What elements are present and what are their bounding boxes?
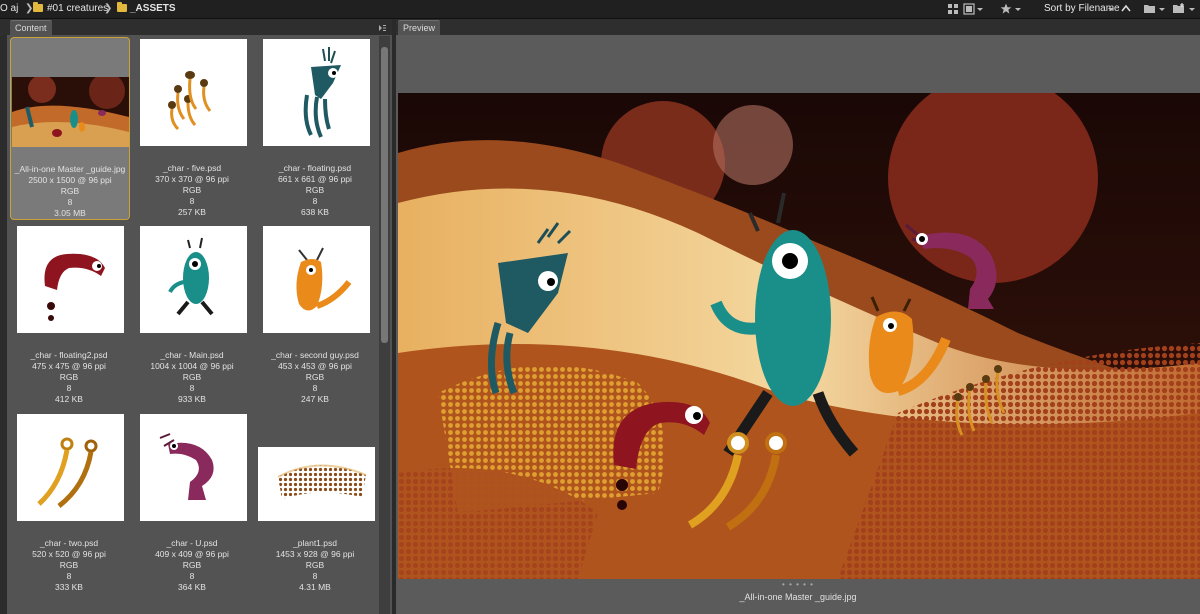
panel-left-edge xyxy=(0,35,7,614)
scrollbar-thumb[interactable] xyxy=(381,47,388,343)
file-name: _char - five.psd xyxy=(162,163,222,173)
file-size: 333 KB xyxy=(55,582,83,592)
color-mode: RGB xyxy=(305,372,325,382)
thumbnail-meta: _char - Main.psd 1004 x 1004 @ 96 ppi RG… xyxy=(133,350,251,405)
new-folder-icon[interactable] xyxy=(1172,2,1186,16)
chevron-right-icon: ❯ xyxy=(104,3,113,14)
thumbnail-item[interactable]: _All-in-one Master _guide.jpg 2500 x 150… xyxy=(10,37,130,220)
file-size: 364 KB xyxy=(178,582,206,592)
file-dimensions: 453 x 453 @ 96 ppi xyxy=(278,361,352,371)
list-view-icon[interactable] xyxy=(963,2,975,16)
file-dimensions: 1004 x 1004 @ 96 ppi xyxy=(150,361,234,371)
thumbnail-item[interactable]: _char - second guy.psd 453 x 453 @ 96 pp… xyxy=(256,224,374,408)
file-dimensions: 409 x 409 @ 96 ppi xyxy=(155,549,229,559)
bit-depth: 8 xyxy=(189,383,195,393)
bit-depth: 8 xyxy=(189,196,195,206)
sort-arrow-icon[interactable] xyxy=(1120,2,1132,16)
thumbnail-meta: _char - floating.psd 661 x 661 @ 96 ppi … xyxy=(256,163,374,218)
file-dimensions: 520 x 520 @ 96 ppi xyxy=(32,549,106,559)
thumbnail-meta: _char - U.psd 409 x 409 @ 96 ppi RGB 8 3… xyxy=(133,538,251,593)
file-name: _char - second guy.psd xyxy=(271,350,359,360)
bit-depth: 8 xyxy=(67,197,73,207)
bit-depth: 8 xyxy=(312,196,318,206)
preview-pagination-dots: • • • • • xyxy=(782,580,814,589)
thumbnail-meta: _All-in-one Master _guide.jpg 2500 x 150… xyxy=(11,164,129,219)
bit-depth: 8 xyxy=(312,383,318,393)
thumbnail-item[interactable]: _char - five.psd 370 x 370 @ 96 ppi RGB … xyxy=(133,37,251,221)
color-mode: RGB xyxy=(305,560,325,570)
file-size: 3.05 MB xyxy=(54,208,86,218)
file-dimensions: 370 x 370 @ 96 ppi xyxy=(155,174,229,184)
chevron-down-icon[interactable] xyxy=(1188,2,1196,16)
grid-view-icon[interactable] xyxy=(947,2,959,16)
file-size: 247 KB xyxy=(301,394,329,404)
file-dimensions: 2500 x 1500 @ 96 ppi xyxy=(28,175,112,185)
bit-depth: 8 xyxy=(66,383,72,393)
panel-tab-strip xyxy=(0,19,1200,35)
color-mode: RGB xyxy=(59,372,79,382)
chevron-down-icon[interactable] xyxy=(1107,2,1115,16)
breadcrumb-root[interactable]: O aj xyxy=(0,0,18,18)
thumbnail-meta: _char - two.psd 520 x 520 @ 96 ppi RGB 8… xyxy=(10,538,128,593)
thumbnail-meta: _char - second guy.psd 453 x 453 @ 96 pp… xyxy=(256,350,374,405)
thumbnail-meta: _char - five.psd 370 x 370 @ 96 ppi RGB … xyxy=(133,163,251,218)
color-mode: RGB xyxy=(182,185,202,195)
folder-open-icon[interactable] xyxy=(1143,2,1157,16)
file-name: _plant1.psd xyxy=(293,538,337,548)
thumbnail-image xyxy=(263,39,370,146)
path-bar: O aj ❯ #01 creatures ❯ _ASSETS Sort by F… xyxy=(0,0,1200,19)
chevron-down-icon[interactable] xyxy=(976,2,984,16)
bit-depth: 8 xyxy=(66,571,72,581)
thumbnail-image xyxy=(140,39,247,146)
color-mode: RGB xyxy=(305,185,325,195)
file-name: _char - floating2.psd xyxy=(30,350,108,360)
file-dimensions: 475 x 475 @ 96 ppi xyxy=(32,361,106,371)
thumbnail-item[interactable]: _char - floating.psd 661 x 661 @ 96 ppi … xyxy=(256,37,374,221)
file-dimensions: 661 x 661 @ 96 ppi xyxy=(278,174,352,184)
chevron-down-icon[interactable] xyxy=(1014,2,1022,16)
file-name: _char - two.psd xyxy=(39,538,99,548)
thumbnail-item[interactable]: _plant1.psd 1453 x 928 @ 96 ppi RGB 8 4.… xyxy=(256,412,375,596)
breadcrumb-assets[interactable]: _ASSETS xyxy=(130,0,176,18)
thumbnail-image xyxy=(258,447,375,521)
thumbnail-item[interactable]: _char - floating2.psd 475 x 475 @ 96 ppi… xyxy=(10,224,128,408)
file-size: 933 KB xyxy=(178,394,206,404)
file-size: 638 KB xyxy=(301,207,329,217)
thumbnail-image xyxy=(140,414,247,521)
panel-menu-icon[interactable] xyxy=(374,23,386,33)
thumbnail-meta: _char - floating2.psd 475 x 475 @ 96 ppi… xyxy=(10,350,128,405)
star-icon[interactable] xyxy=(1000,2,1012,16)
file-dimensions: 1453 x 928 @ 96 ppi xyxy=(275,549,355,559)
tab-content[interactable]: Content xyxy=(10,20,52,35)
thumbnail-image xyxy=(12,77,129,147)
color-mode: RGB xyxy=(60,186,80,196)
thumbnail-image xyxy=(17,226,124,333)
bit-depth: 8 xyxy=(189,571,195,581)
folder-icon xyxy=(117,2,127,12)
thumbnail-item[interactable]: _char - two.psd 520 x 520 @ 96 ppi RGB 8… xyxy=(10,412,128,596)
file-name: _char - Main.psd xyxy=(160,350,224,360)
tab-preview[interactable]: Preview xyxy=(398,20,441,35)
thumbnail-image xyxy=(263,226,370,333)
file-size: 4.31 MB xyxy=(299,582,331,592)
bit-depth: 8 xyxy=(312,571,318,581)
color-mode: RGB xyxy=(182,560,202,570)
thumbnail-image xyxy=(140,226,247,333)
thumbnail-image xyxy=(17,414,124,521)
breadcrumb-creatures[interactable]: #01 creatures xyxy=(47,0,108,18)
color-mode: RGB xyxy=(59,560,79,570)
color-mode: RGB xyxy=(182,372,202,382)
thumbnail-meta: _plant1.psd 1453 x 928 @ 96 ppi RGB 8 4.… xyxy=(256,538,374,593)
thumbnail-item[interactable]: _char - Main.psd 1004 x 1004 @ 96 ppi RG… xyxy=(133,224,251,408)
file-name: _char - floating.psd xyxy=(278,163,352,173)
file-name: _char - U.psd xyxy=(166,538,218,548)
preview-image[interactable] xyxy=(398,93,1200,579)
thumbnail-item[interactable]: _char - U.psd 409 x 409 @ 96 ppi RGB 8 3… xyxy=(133,412,251,596)
chevron-down-icon[interactable] xyxy=(1158,2,1166,16)
folder-icon xyxy=(33,2,43,12)
preview-filename: _All-in-one Master _guide.jpg xyxy=(739,592,857,602)
file-size: 257 KB xyxy=(178,207,206,217)
file-name: _All-in-one Master _guide.jpg xyxy=(14,164,126,174)
file-size: 412 KB xyxy=(55,394,83,404)
